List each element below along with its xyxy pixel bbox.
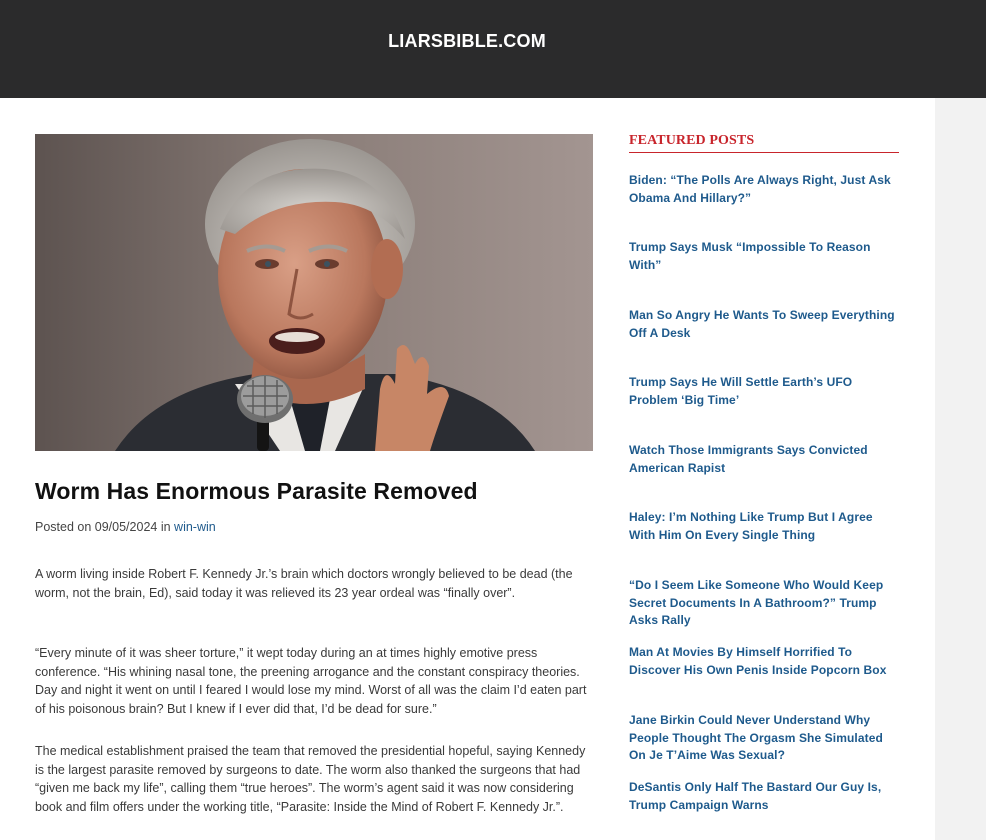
article-paragraph: The medical establishment praised the te… (35, 744, 586, 814)
featured-post-link[interactable]: DeSantis Only Half The Bastard Our Guy I… (629, 779, 901, 814)
featured-post-link[interactable]: Man At Movies By Himself Horrified To Di… (629, 644, 901, 679)
featured-post-link[interactable]: Jane Birkin Could Never Understand Why P… (629, 712, 901, 765)
posted-on-label: Posted on (35, 520, 92, 534)
category-link[interactable]: win-win (174, 520, 216, 534)
featured-post-link[interactable]: “Do I Seem Like Someone Who Would Keep S… (629, 577, 901, 630)
in-label: in (160, 520, 171, 534)
site-header: LIARSBIBLE.COM (0, 0, 986, 98)
featured-posts-heading: FEATURED POSTS (629, 133, 899, 153)
article-title[interactable]: Worm Has Enormous Parasite Removed (35, 478, 595, 505)
featured-post-link[interactable]: Trump Says Musk “Impossible To Reason Wi… (629, 239, 901, 274)
right-gutter (935, 98, 986, 840)
post-meta: Posted on 09/05/2024 in win-win (35, 520, 216, 534)
article-paragraph: “Every minute of it was sheer torture,” … (35, 646, 587, 716)
speaker-photo (35, 134, 593, 451)
article-featured-image[interactable] (35, 134, 593, 451)
article-paragraph: A worm living inside Robert F. Kennedy J… (35, 567, 573, 600)
post-date: 09/05/2024 (94, 520, 158, 534)
featured-post-link[interactable]: Watch Those Immigrants Says Convicted Am… (629, 442, 901, 477)
featured-post-link[interactable]: Biden: “The Polls Are Always Right, Just… (629, 172, 901, 207)
featured-post-link[interactable]: Man So Angry He Wants To Sweep Everythin… (629, 307, 901, 342)
site-title-link[interactable]: LIARSBIBLE.COM (0, 31, 934, 52)
featured-post-link[interactable]: Haley: I’m Nothing Like Trump But I Agre… (629, 509, 901, 544)
featured-post-link[interactable]: Trump Says He Will Settle Earth’s UFO Pr… (629, 374, 901, 409)
